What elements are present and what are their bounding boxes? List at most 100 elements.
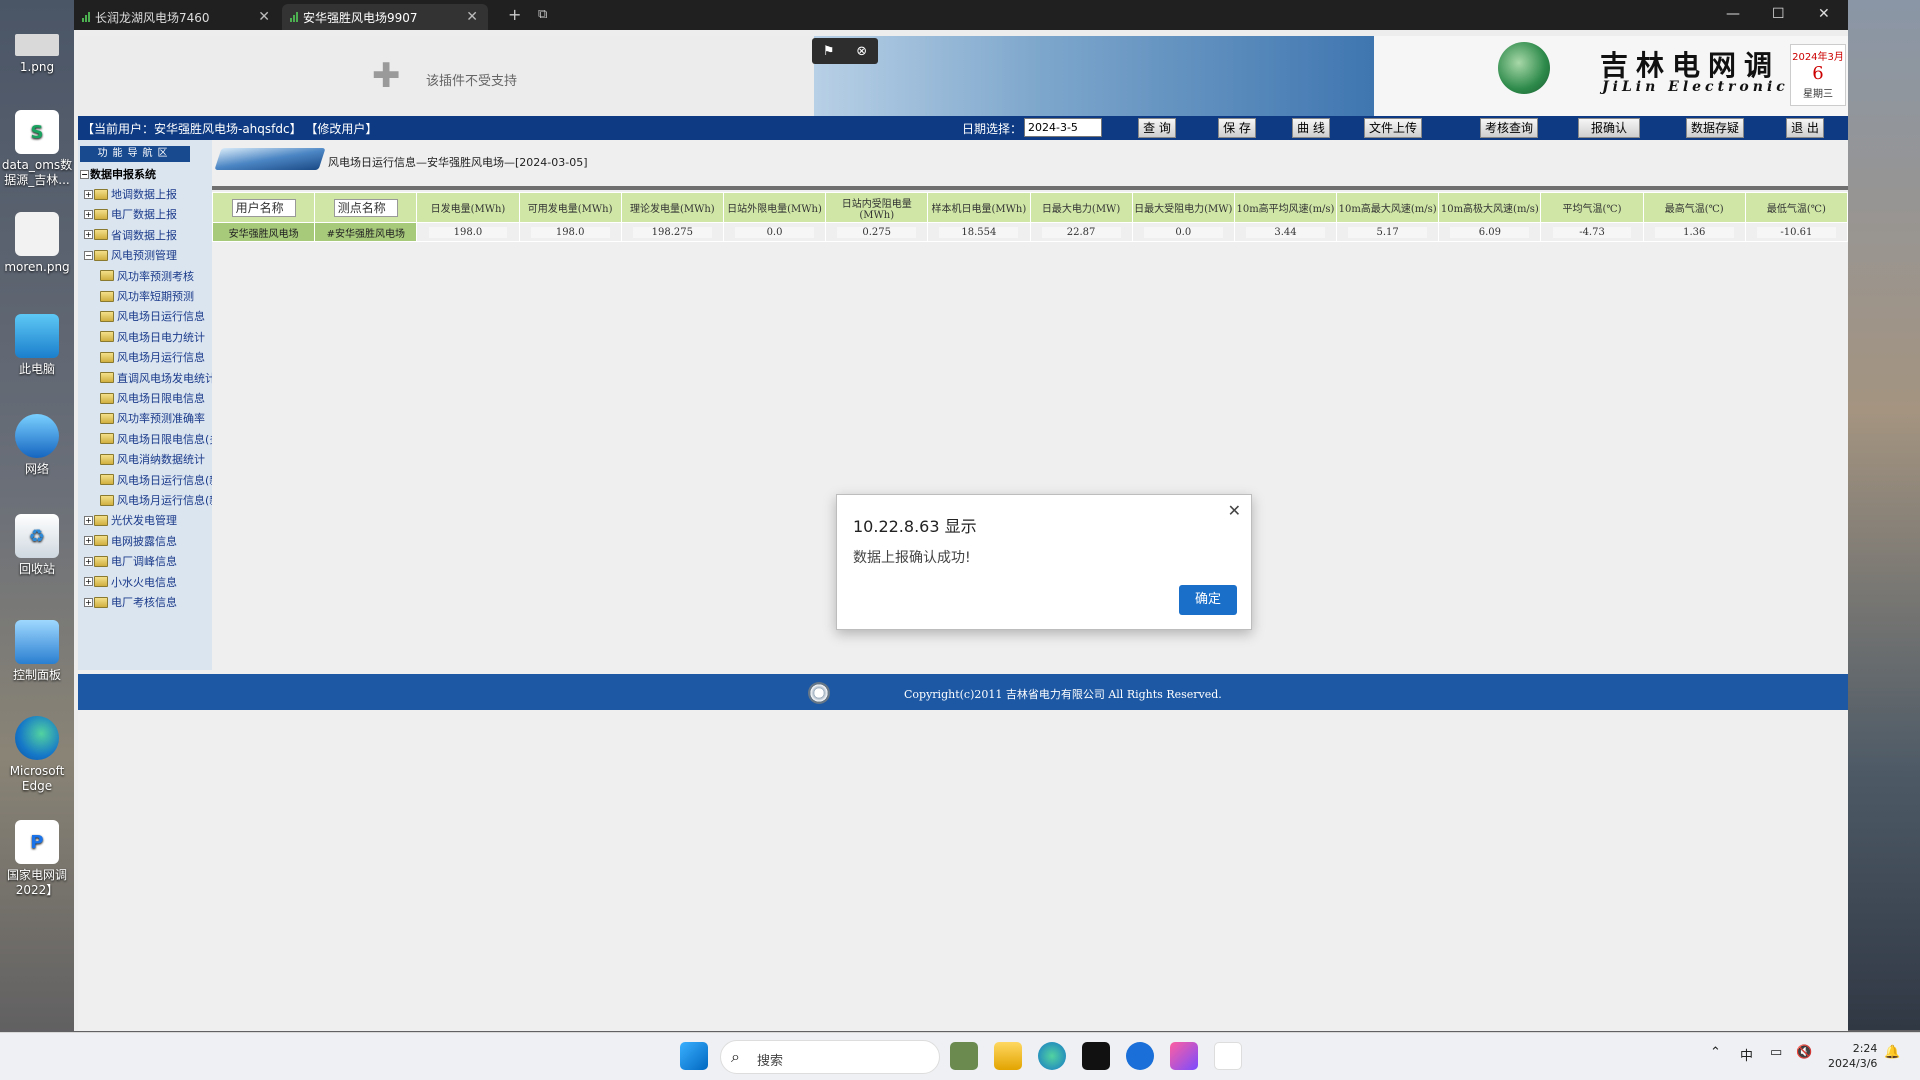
desktop-icon-control-panel[interactable]: 控制面板 [0,620,74,683]
sidebar-item[interactable]: 风功率预测考核 [100,268,194,284]
collapse-icon[interactable]: − [80,169,89,179]
curve-button[interactable]: 曲 线 [1292,118,1330,138]
expand-icon[interactable]: + [84,556,93,566]
sidebar-item[interactable]: + 地调数据上报 [84,186,177,202]
assessment-query-button[interactable]: 考核查询 [1480,118,1538,138]
table-cell[interactable]: 5.17 [1336,222,1440,242]
close-window-icon[interactable]: ✕ [1818,6,1830,22]
toggle-app-icon[interactable] [1126,1042,1154,1070]
sidebar-item[interactable]: 直调风电场发电统计 [100,370,216,386]
tab-anhua[interactable]: 安华强胜风电场9907 ✕ [282,4,488,30]
table-cell[interactable]: 6.09 [1438,222,1542,242]
sidebar-item[interactable]: 风电场日运行信息 [100,308,205,324]
sidebar-item-label: 风功率预测准确率 [117,412,205,426]
sidebar-item[interactable]: 风功率短期预测 [100,288,194,304]
desktop-icon-edge[interactable]: Microsoft Edge [0,716,74,794]
save-button[interactable]: 保 存 [1218,118,1256,138]
sidebar-item-label: 地调数据上报 [111,188,177,201]
expand-icon[interactable]: + [84,577,93,587]
desktop-icon-document[interactable]: P 国家电网调 2022】496... [0,820,74,898]
report-confirm-button[interactable]: 报确认 [1578,118,1640,138]
table-cell[interactable]: -4.73 [1540,222,1644,242]
close-tab-icon[interactable]: ✕ [258,9,270,25]
collapse-icon[interactable]: − [84,250,93,260]
close-icon[interactable]: ✕ [1228,501,1241,520]
table-cell[interactable]: 3.44 [1233,222,1338,242]
sidebar-item[interactable]: 风电场日限电信息 [100,390,205,406]
pycharm-icon[interactable] [1082,1042,1110,1070]
sidebar-item[interactable]: 风电场日电力统计 [100,329,205,345]
notification-icon[interactable]: 🔔 [1884,1045,1900,1060]
desktop-icon-recycle-bin[interactable]: ♻ 回收站 [0,514,74,577]
start-icon[interactable] [680,1042,708,1070]
plugin-placeholder: ✚ 该插件不受支持 [78,36,814,116]
sidebar-item[interactable]: 风功率预测准确率 [100,410,205,426]
tree-root[interactable]: − 数据申报系统 [80,166,156,182]
sidebar-item[interactable]: 风电场月运行信息 [100,349,205,365]
sidebar-item[interactable]: 风电场月运行信息(新) [100,492,225,508]
volume-muted-icon[interactable]: 🔇 [1796,1045,1812,1060]
sidebar-item[interactable]: 风电场日运行信息(新) [100,472,225,488]
sidebar-item[interactable]: 风电消纳数据统计 [100,451,205,467]
close-tab-icon[interactable]: ✕ [466,9,478,25]
floating-toolbar: ⚑ ⊗ [812,38,878,64]
clock-date: 2024/3/6 [1828,1057,1878,1070]
table-cell[interactable]: 0.0 [722,222,827,242]
table-cell[interactable]: 18.554 [927,222,1031,242]
date-input[interactable] [1024,118,1102,137]
table-cell[interactable]: 0.275 [825,222,929,242]
maximize-icon[interactable]: ☐ [1772,6,1785,22]
current-user[interactable]: 【当前用户：安华强胜风电场-ahqsfdc】 【修改用户】 [82,120,377,137]
tab-changrun[interactable]: 长润龙湖风电场7460 ✕ [74,4,280,30]
expand-icon[interactable]: + [84,515,93,525]
desktop-icon-moren[interactable]: moren.png [0,212,74,275]
sidebar-item[interactable]: + 光伏发电管理 [84,512,177,528]
sidebar-item[interactable]: + 电厂考核信息 [84,594,177,610]
taskbar-search[interactable]: ⌕ 搜索 [720,1040,940,1074]
minimize-icon[interactable]: — [1726,6,1740,22]
ime-indicator[interactable]: 中 [1740,1045,1753,1064]
exit-button[interactable]: 退 出 [1786,118,1824,138]
cell-value: 18.554 [939,226,1019,238]
file-explorer-icon[interactable] [994,1042,1022,1070]
task-manager-icon[interactable] [950,1042,978,1070]
table-cell[interactable]: 22.87 [1029,222,1133,242]
book-icon [214,148,326,170]
app-icon[interactable] [1170,1042,1198,1070]
ok-button[interactable]: 确定 [1179,585,1237,615]
desktop-icon-data-oms[interactable]: S data_oms数据源_吉林... [0,110,74,188]
table-cell[interactable]: 1.36 [1642,222,1746,242]
sidebar-item[interactable]: − 风电预测管理 [84,247,177,263]
file-upload-button[interactable]: 文件上传 [1364,118,1422,138]
remote-app-icon[interactable] [1214,1042,1242,1070]
sidebar-item[interactable]: + 省调数据上报 [84,227,177,243]
sidebar-item[interactable]: + 电厂调峰信息 [84,553,177,569]
table-cell[interactable]: 198.0 [416,222,520,242]
chevron-up-icon[interactable]: ⌃ [1710,1045,1721,1060]
desktop-icon-1png[interactable]: 1.png [0,34,74,75]
expand-icon[interactable]: + [84,230,93,240]
close-circle-icon[interactable]: ⊗ [856,44,867,59]
tab-actions-icon[interactable]: ⧉ [538,7,547,22]
desktop-icon-this-pc[interactable]: 此电脑 [0,314,74,377]
query-button[interactable]: 查 询 [1138,118,1176,138]
data-doubt-button[interactable]: 数据存疑 [1686,118,1744,138]
expand-icon[interactable]: + [84,189,93,199]
flag-icon[interactable]: ⚑ [823,44,835,59]
expand-icon[interactable]: + [84,209,93,219]
edge-taskbar-icon[interactable] [1038,1042,1066,1070]
expand-icon[interactable]: + [84,536,93,546]
sidebar-item[interactable]: + 电网披露信息 [84,533,177,549]
table-cell[interactable]: 198.0 [518,222,622,242]
table-cell[interactable]: 0.0 [1131,222,1235,242]
sidebar-item[interactable]: + 小水火电信息 [84,574,177,590]
taskbar-clock[interactable]: 2:24 2024/3/6 [1828,1041,1877,1071]
brand-title-cn: 吉林电网调 [1600,49,1781,82]
expand-icon[interactable]: + [84,597,93,607]
sidebar-item[interactable]: + 电厂数据上报 [84,206,177,222]
table-cell[interactable]: -10.61 [1744,222,1849,242]
new-tab-icon[interactable]: + [508,5,521,24]
desktop-icon-network[interactable]: 网络 [0,414,74,477]
table-cell[interactable]: 198.275 [620,222,724,242]
network-tray-icon[interactable]: ▭ [1770,1045,1782,1060]
